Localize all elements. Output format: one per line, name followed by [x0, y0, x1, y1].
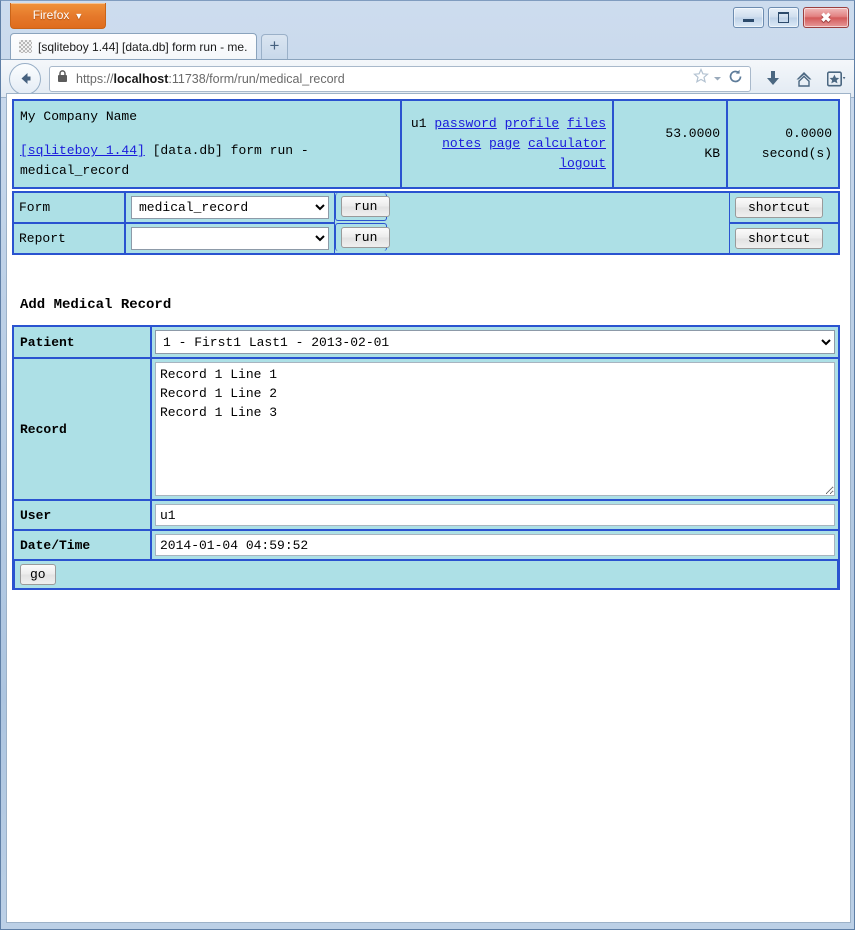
patient-select[interactable]: 1 - First1 Last1 - 2013-02-01 [155, 330, 835, 355]
page-title: Add Medical Record [20, 297, 172, 314]
home-button[interactable] [795, 70, 813, 88]
url-bar[interactable]: https://localhost:11738/form/run/medical… [49, 65, 751, 92]
back-button[interactable] [9, 62, 41, 95]
submit-row: go [14, 560, 838, 589]
minimize-icon [743, 19, 754, 22]
link-logout[interactable]: logout [559, 156, 606, 171]
sqliteboy-link[interactable]: [sqliteboy 1.44] [20, 143, 145, 158]
user-input[interactable] [155, 504, 835, 527]
app-context-line: [sqliteboy 1.44] [data.db] form run - me… [20, 141, 394, 181]
form-selector-row: Form medical_record run shortcut [14, 193, 838, 224]
report-selector-row: Report run shortcut [14, 223, 838, 254]
bookmarks-menu-icon [827, 70, 846, 86]
maximize-button[interactable] [768, 7, 799, 28]
app-header-row: My Company Name [sqliteboy 1.44] [data.d… [14, 101, 838, 188]
form-select-cell: medical_record [125, 193, 335, 224]
field-patient-cell: 1 - First1 Last1 - 2013-02-01 [151, 327, 838, 359]
record-textarea[interactable]: Record 1 Line 1 Record 1 Line 2 Record 1… [155, 362, 835, 497]
link-page[interactable]: page [489, 136, 520, 151]
tab-title: [sqliteboy 1.44] [data.db] form run - me… [38, 39, 248, 54]
submit-cell: go [14, 560, 838, 589]
title-bar: Firefox ▼ ✖ [1, 1, 854, 30]
bookmarks-menu-button[interactable] [827, 70, 846, 87]
plus-icon: + [269, 36, 280, 55]
report-shortcut-cell: shortcut [729, 223, 838, 254]
link-files[interactable]: files [567, 116, 606, 131]
browser-tab[interactable]: [sqliteboy 1.44] [data.db] form run - me… [10, 33, 257, 59]
form-shortcut-button[interactable]: shortcut [735, 197, 824, 219]
header-time-cell: 0.0000 second(s) [727, 101, 838, 188]
report-run-cell: run [335, 223, 391, 252]
header-memory-cell: 53.0000 KB [613, 101, 727, 188]
field-row-datetime: Date/Time [14, 530, 838, 561]
link-notes[interactable]: notes [442, 136, 481, 151]
field-user-cell [151, 500, 838, 531]
minimize-button[interactable] [733, 7, 764, 28]
field-datetime-cell [151, 530, 838, 561]
chevron-down-icon: ▼ [74, 10, 84, 21]
report-shortcut-button[interactable]: shortcut [735, 228, 824, 250]
reload-icon[interactable] [728, 69, 743, 88]
close-icon: ✖ [820, 10, 832, 25]
link-calculator[interactable]: calculator [528, 136, 606, 151]
link-profile[interactable]: profile [505, 116, 560, 131]
tab-strip: [sqliteboy 1.44] [data.db] form run - me… [1, 30, 854, 59]
report-select-cell [125, 223, 335, 254]
page-viewport: My Company Name [sqliteboy 1.44] [data.d… [6, 93, 851, 923]
page-body: My Company Name [sqliteboy 1.44] [data.d… [7, 94, 850, 591]
header-username: u1 [410, 116, 427, 131]
report-label: Report [14, 223, 125, 254]
run-selector-table: Form medical_record run shortcut Report [12, 191, 840, 256]
firefox-menu-label: Firefox [32, 8, 70, 22]
favicon-icon [19, 40, 32, 53]
label-patient: Patient [14, 327, 151, 359]
link-password[interactable]: password [434, 116, 496, 131]
time-value: 0.0000 [785, 126, 832, 142]
form-run-button[interactable]: run [341, 196, 391, 218]
lock-icon [57, 69, 69, 88]
datetime-input[interactable] [155, 534, 835, 557]
label-user: User [14, 500, 151, 531]
star-icon[interactable] [693, 68, 709, 89]
header-user-links-cell: u1 password profile files notes page cal… [401, 101, 613, 188]
maximize-icon [778, 12, 789, 23]
company-name: My Company Name [20, 109, 138, 124]
downloads-button[interactable] [765, 70, 781, 88]
report-select[interactable] [131, 227, 329, 251]
form-select[interactable]: medical_record [131, 196, 329, 220]
app-header-table: My Company Name [sqliteboy 1.44] [data.d… [12, 99, 840, 190]
form-label: Form [14, 193, 125, 224]
label-record: Record [14, 358, 151, 501]
medical-record-form: Patient 1 - First1 Last1 - 2013-02-01 Re… [12, 325, 840, 591]
close-button[interactable]: ✖ [803, 7, 849, 28]
form-shortcut-cell: shortcut [729, 193, 838, 224]
memory-unit: KB [704, 146, 720, 162]
firefox-menu-button[interactable]: Firefox ▼ [10, 3, 106, 29]
form-run-cell: run [335, 193, 391, 222]
window-controls: ✖ [733, 7, 849, 28]
url-text: https://localhost:11738/form/run/medical… [76, 71, 345, 86]
download-arrow-icon [767, 70, 779, 85]
go-button[interactable]: go [20, 564, 56, 586]
header-identity-cell: My Company Name [sqliteboy 1.44] [data.d… [14, 101, 401, 188]
report-run-button[interactable]: run [341, 227, 391, 249]
memory-value: 53.0000 [665, 126, 720, 142]
label-datetime: Date/Time [14, 530, 151, 561]
field-row-record: Record Record 1 Line 1 Record 1 Line 2 R… [14, 358, 838, 501]
field-record-cell: Record 1 Line 1 Record 1 Line 2 Record 1… [151, 358, 838, 501]
back-arrow-icon [21, 73, 30, 84]
new-tab-button[interactable]: + [261, 34, 288, 59]
time-unit: second(s) [761, 146, 832, 162]
field-row-patient: Patient 1 - First1 Last1 - 2013-02-01 [14, 327, 838, 359]
home-icon [796, 71, 812, 87]
field-row-user: User [14, 500, 838, 531]
chevron-down-icon[interactable] [713, 70, 722, 88]
browser-window: Firefox ▼ ✖ [sqliteboy 1.44] [data.db] fo… [0, 0, 855, 930]
